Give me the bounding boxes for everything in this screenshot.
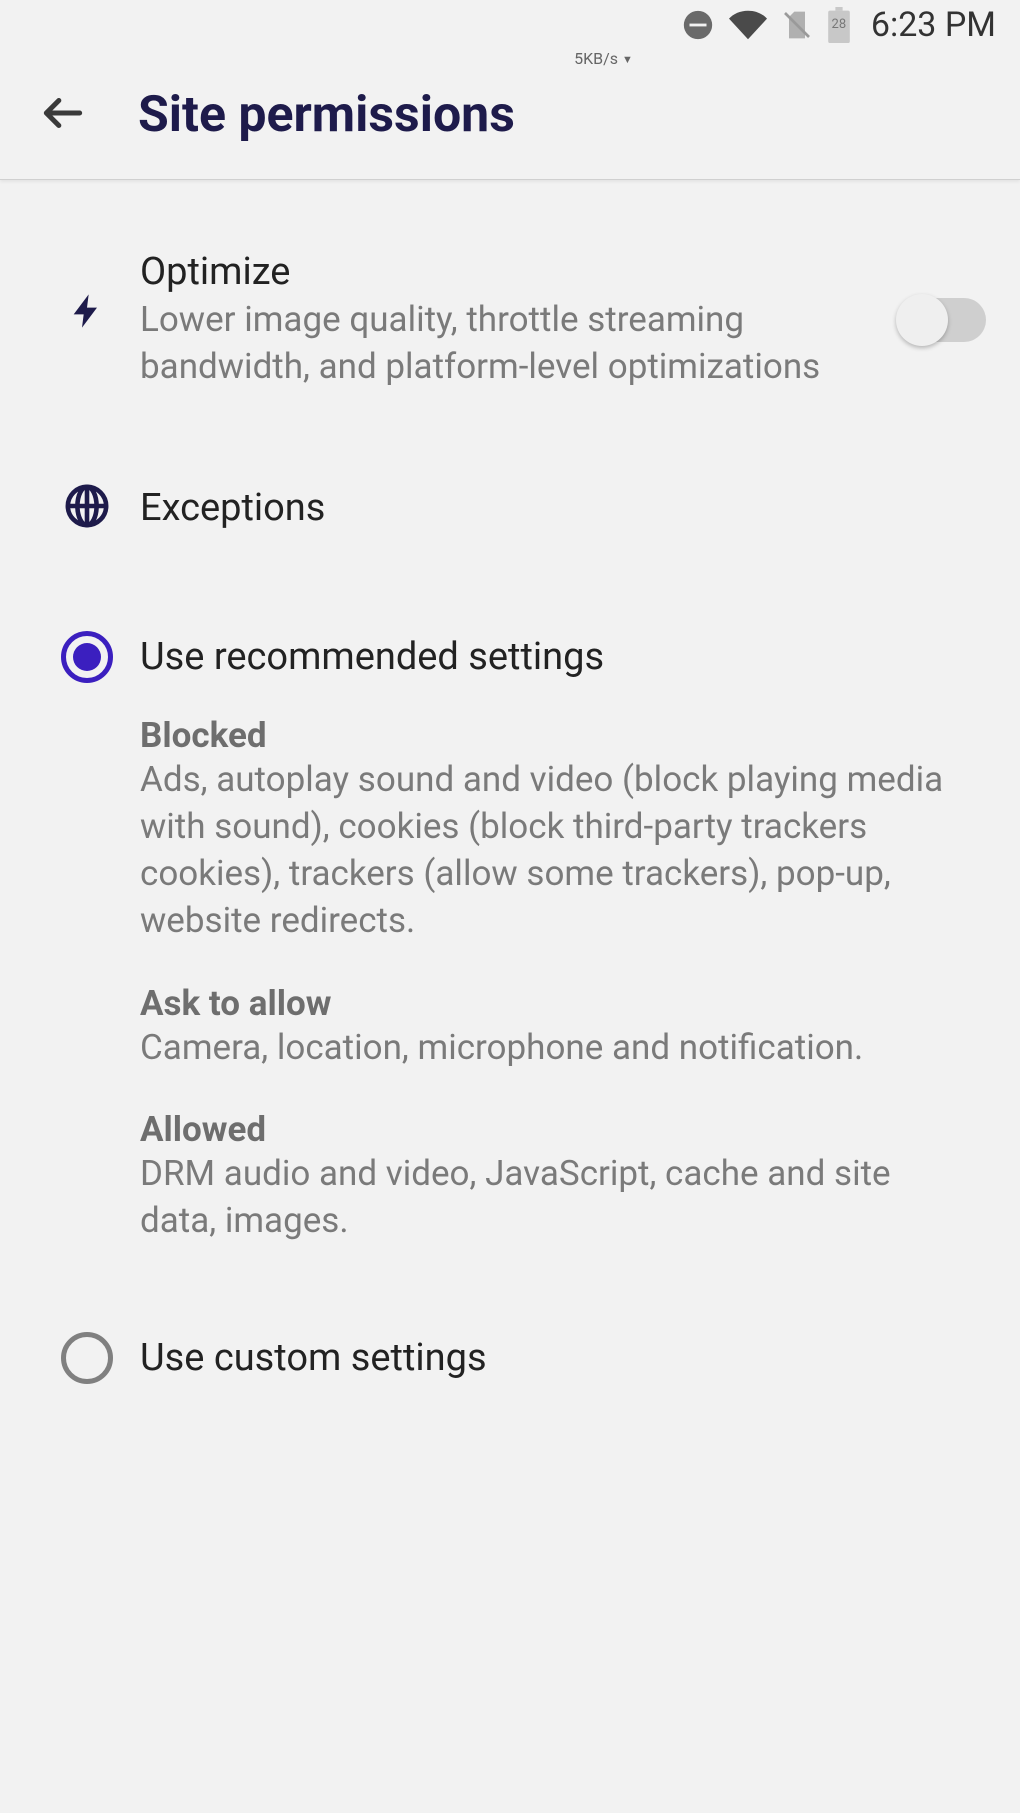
allowed-label: Allowed <box>140 1109 966 1150</box>
optimize-desc: Lower image quality, throttle streaming … <box>140 296 878 391</box>
optimize-row[interactable]: Optimize Lower image quality, throttle s… <box>0 224 1020 417</box>
allowed-section: Allowed DRM audio and video, JavaScript,… <box>140 1109 966 1245</box>
ask-text: Camera, location, microphone and notific… <box>140 1024 966 1071</box>
net-speed-down: 5KB/s <box>574 51 618 67</box>
custom-settings-row[interactable]: Use custom settings <box>0 1306 1020 1410</box>
allowed-text: DRM audio and video, JavaScript, cache a… <box>140 1150 966 1245</box>
page-title: Site permissions <box>138 86 515 144</box>
bolt-icon <box>67 286 107 340</box>
globe-icon <box>64 483 110 533</box>
ask-label: Ask to allow <box>140 983 966 1024</box>
recommended-radio[interactable] <box>61 631 113 683</box>
no-sim-icon <box>781 9 813 41</box>
network-speed: 0B/s▲ 5KB/s▼ <box>540 0 667 93</box>
recommended-title: Use recommended settings <box>140 635 966 679</box>
app-bar: Site permissions <box>0 50 1020 180</box>
ask-to-allow-section: Ask to allow Camera, location, microphon… <box>140 983 966 1071</box>
back-button[interactable] <box>38 88 88 142</box>
settings-list: Optimize Lower image quality, throttle s… <box>0 180 1020 1410</box>
do-not-disturb-icon <box>681 8 715 42</box>
blocked-text: Ads, autoplay sound and video (block pla… <box>140 756 966 945</box>
recommended-detail-blocks: Blocked Ads, autoplay sound and video (b… <box>140 715 966 1245</box>
battery-percent: 28 <box>827 17 851 32</box>
custom-title: Use custom settings <box>140 1336 966 1380</box>
exceptions-title: Exceptions <box>140 486 966 530</box>
battery-icon: 28 <box>827 7 851 43</box>
optimize-toggle[interactable] <box>898 298 986 342</box>
optimize-title: Optimize <box>140 250 878 294</box>
custom-radio[interactable] <box>61 1332 113 1384</box>
status-bar: 0B/s▲ 5KB/s▼ 28 6:23 PM <box>0 0 1020 50</box>
blocked-label: Blocked <box>140 715 966 756</box>
exceptions-row[interactable]: Exceptions <box>0 457 1020 559</box>
clock: 6:23 PM <box>871 5 996 45</box>
blocked-section: Blocked Ads, autoplay sound and video (b… <box>140 715 966 945</box>
recommended-settings-row[interactable]: Use recommended settings Blocked Ads, au… <box>0 605 1020 1255</box>
wifi-icon <box>729 6 767 44</box>
